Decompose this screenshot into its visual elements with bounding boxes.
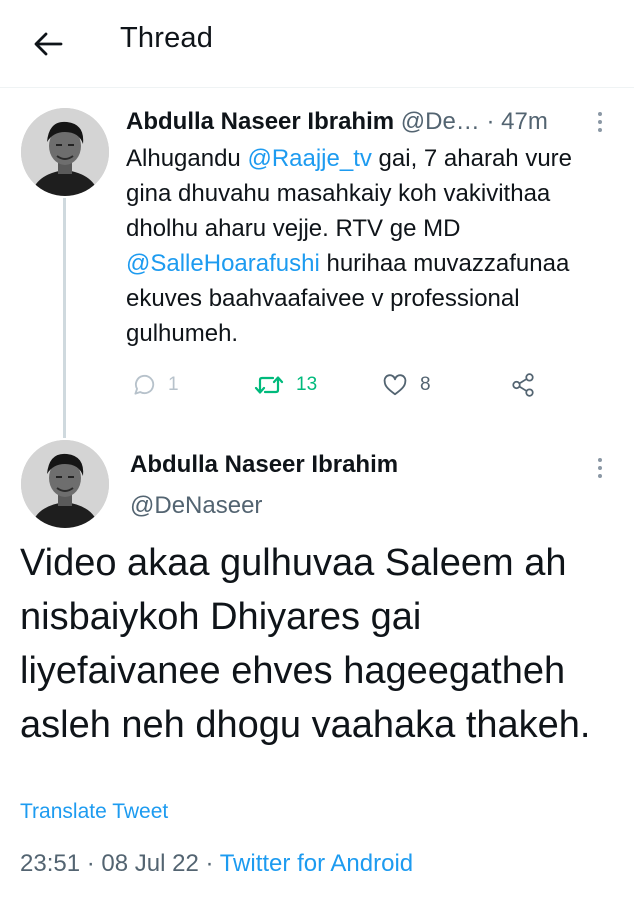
like-count: 8	[420, 374, 431, 395]
meta-separator: ·	[205, 850, 214, 877]
avatar[interactable]	[21, 108, 109, 196]
heart-icon	[383, 374, 407, 396]
mention-link[interactable]: @SalleHoarafushi	[126, 250, 320, 277]
mention-link[interactable]: @Raajje_tv	[247, 145, 371, 172]
author-name[interactable]: Abdulla Naseer Ibrahim	[130, 451, 398, 479]
share-button[interactable]	[510, 370, 536, 400]
page-title: Thread	[120, 22, 214, 54]
tweet-date: 08 Jul 22	[101, 850, 199, 877]
tweet2-text: Video akaa gulhuvaa Saleem ah nisbaiykoh…	[20, 542, 591, 746]
reply-count: 1	[168, 374, 179, 395]
like-button[interactable]: 8	[382, 370, 431, 400]
back-button[interactable]	[28, 24, 68, 64]
more-options-icon[interactable]	[594, 456, 606, 480]
tweet-source-link[interactable]: Twitter for Android	[220, 850, 413, 877]
arrow-left-icon	[34, 32, 63, 56]
reply-icon	[134, 374, 155, 395]
tweet2-meta: 23:51 · 08 Jul 22 · Twitter for Android	[20, 850, 413, 878]
retweet-count: 13	[296, 374, 318, 395]
thread-connector-line	[63, 198, 66, 438]
avatar-photo	[21, 108, 109, 196]
meta-separator: ·	[486, 108, 495, 135]
author-handle[interactable]: @DeNaseer	[130, 492, 262, 520]
tweet1-text: Alhugandu @Raajje_tv gai, 7 aharah vure …	[126, 141, 606, 351]
tweet-time: 23:51	[20, 850, 81, 877]
share-icon	[512, 373, 534, 397]
reply-button[interactable]: 1	[130, 370, 179, 400]
more-options-icon[interactable]	[594, 110, 606, 134]
tweet1-action-bar: 1 13 8	[126, 370, 546, 400]
tweet1-header: Abdulla Naseer Ibrahim @De… · 47m	[126, 108, 548, 136]
avatar[interactable]	[21, 440, 109, 528]
avatar-photo	[21, 440, 109, 528]
tweet-text-segment: Alhugandu	[126, 145, 248, 172]
tweet-time[interactable]: 47m	[501, 108, 548, 135]
header-bar: Thread	[0, 0, 634, 88]
author-name[interactable]: Abdulla Naseer Ibrahim	[126, 108, 394, 135]
meta-separator: ·	[86, 850, 95, 877]
retweet-icon	[254, 376, 284, 394]
retweet-button[interactable]: 13	[254, 370, 317, 400]
author-handle[interactable]: @De…	[401, 108, 480, 135]
translate-tweet-link[interactable]: Translate Tweet	[20, 800, 168, 824]
